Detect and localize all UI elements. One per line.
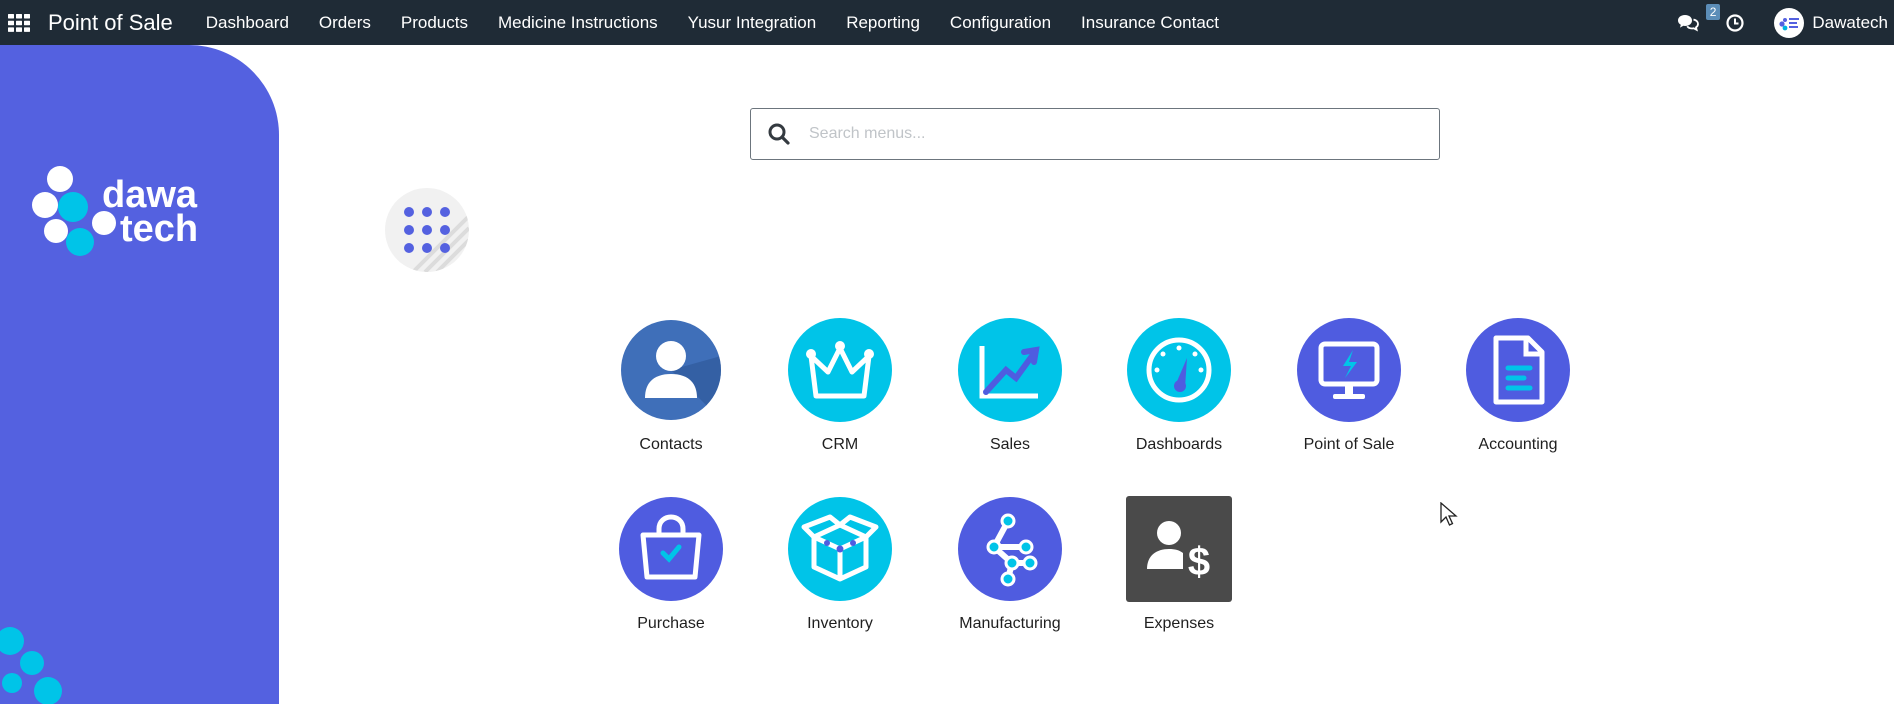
messages-button[interactable]: 2: [1668, 0, 1721, 45]
contacts-icon: [621, 320, 721, 420]
app-label-accounting: Accounting: [1478, 436, 1558, 453]
decorative-molecule: [0, 627, 62, 704]
app-inventory[interactable]: Inventory: [755, 495, 925, 633]
logo-text-tech: tech: [120, 208, 198, 250]
dashboards-gauge-icon: [1127, 318, 1231, 422]
menu-products[interactable]: Products: [386, 0, 483, 45]
app-grid-icon[interactable]: [385, 188, 469, 272]
app-purchase[interactable]: Purchase: [586, 495, 756, 633]
menu-medicine-instructions[interactable]: Medicine Instructions: [483, 0, 673, 45]
app-label-contacts: Contacts: [639, 436, 703, 453]
pos-monitor-icon: [1297, 318, 1401, 422]
activities-button[interactable]: [1708, 0, 1762, 45]
app-launcher-icon[interactable]: [0, 0, 38, 45]
app-label-dashboards: Dashboards: [1135, 436, 1223, 453]
dawatech-logo-icon: [1779, 17, 1800, 30]
chat-icon: [1678, 14, 1700, 32]
menu-search[interactable]: [750, 108, 1440, 160]
accounting-document-icon: [1466, 318, 1570, 422]
navbar-tools: 2 Dawatech: [1668, 0, 1894, 45]
search-input[interactable]: [807, 113, 1439, 155]
search-icon: [751, 123, 807, 145]
app-label-manufacturing: Manufacturing: [959, 615, 1061, 632]
menu-reporting[interactable]: Reporting: [831, 0, 935, 45]
app-label-crm: CRM: [821, 436, 859, 453]
sales-chart-icon: [958, 318, 1062, 422]
expenses-dollar-icon: $: [1126, 496, 1232, 602]
main-menu: Dashboard Orders Products Medicine Instr…: [191, 0, 1234, 45]
avatar: [1774, 7, 1805, 38]
menu-yusur-integration[interactable]: Yusur Integration: [673, 0, 832, 45]
menu-orders[interactable]: Orders: [304, 0, 386, 45]
app-label-point-of-sale: Point of Sale: [1303, 436, 1395, 453]
svg-text:$: $: [1188, 540, 1210, 584]
menu-insurance-contact[interactable]: Insurance Contact: [1066, 0, 1234, 45]
app-label-expenses: Expenses: [1143, 615, 1215, 632]
mouse-pointer-icon: [1440, 502, 1458, 526]
manufacturing-nodes-icon: [958, 497, 1062, 601]
app-label-inventory: Inventory: [807, 615, 873, 632]
menu-dashboard[interactable]: Dashboard: [191, 0, 304, 45]
dawatech-logo: dawa tech: [32, 166, 198, 256]
app-dashboards[interactable]: Dashboards: [1094, 316, 1264, 454]
app-accounting[interactable]: Accounting: [1433, 316, 1603, 454]
app-sales[interactable]: Sales: [925, 316, 1095, 454]
inventory-box-icon: [788, 497, 892, 601]
app-manufacturing[interactable]: Manufacturing: [925, 495, 1095, 633]
app-crm[interactable]: CRM: [755, 316, 925, 454]
menu-configuration[interactable]: Configuration: [935, 0, 1066, 45]
app-point-of-sale[interactable]: Point of Sale: [1264, 316, 1434, 454]
crm-crown-icon: [788, 318, 892, 422]
app-label-sales: Sales: [989, 436, 1031, 453]
app-expenses[interactable]: $ Expenses: [1094, 495, 1264, 633]
app-contacts[interactable]: Contacts: [586, 316, 756, 454]
app-brand-title[interactable]: Point of Sale: [48, 10, 173, 36]
purchase-bag-icon: [619, 497, 723, 601]
app-label-purchase: Purchase: [637, 615, 705, 632]
top-navbar: Point of Sale Dashboard Orders Products …: [0, 0, 1894, 45]
clock-icon: [1726, 13, 1744, 32]
brand-side-panel: dawa tech: [0, 45, 279, 704]
user-menu[interactable]: Dawatech: [1774, 0, 1888, 45]
user-name: Dawatech: [1812, 12, 1888, 32]
